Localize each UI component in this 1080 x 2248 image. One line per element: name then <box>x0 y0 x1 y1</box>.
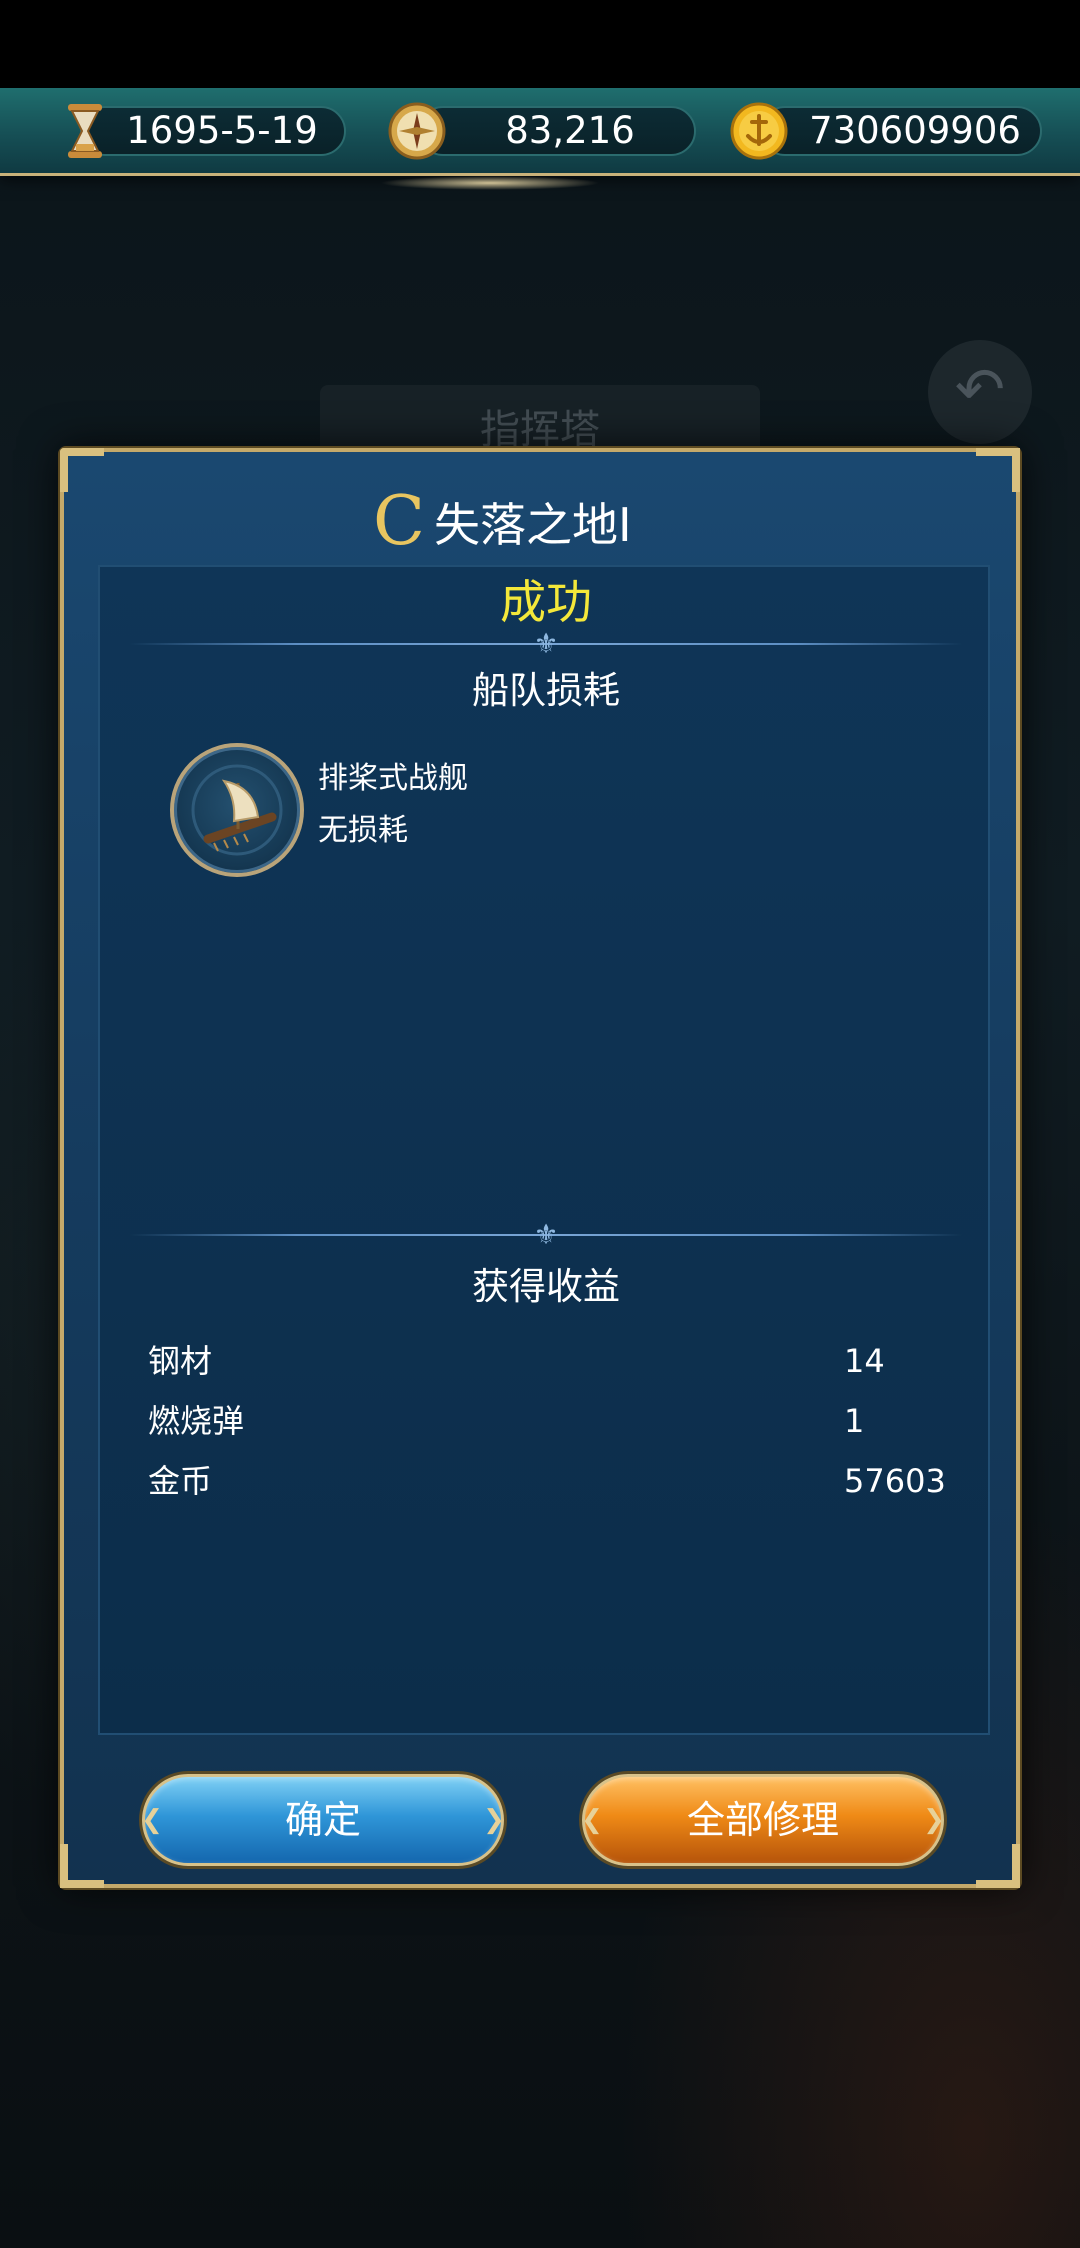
frame-corner <box>976 448 1020 492</box>
rank-letter: C <box>372 482 426 561</box>
reward-name: 燃烧弹 <box>148 1402 245 1440</box>
reward-name: 钢材 <box>148 1342 213 1380</box>
battle-result-dialog: C 失落之地I 成功 ⚜ 船队损耗 排桨式战舰 无损耗 ⚜ 获得收益 钢材 14… <box>60 448 1020 1888</box>
reward-value: 1 <box>844 1402 865 1440</box>
ship-damage-status: 无损耗 <box>318 813 408 848</box>
dialog-title: 失落之地I <box>434 498 632 552</box>
button-flourish-icon: ❯ <box>923 1805 945 1835</box>
button-flourish-icon: ❯ <box>483 1805 505 1835</box>
repair-all-button[interactable]: ❮ 全部修理 ❯ <box>581 1774 945 1866</box>
confirm-button[interactable]: ❮ 确定 ❯ <box>141 1774 505 1866</box>
reward-row: 金币 57603 <box>148 1453 948 1509</box>
hourglass-icon <box>68 104 102 158</box>
fleet-loss-title: 船队损耗 <box>472 669 620 712</box>
reward-value: 57603 <box>844 1462 946 1500</box>
result-panel: 成功 ⚜ 船队损耗 排桨式战舰 无损耗 ⚜ 获得收益 钢材 14 燃烧弹 1 金… <box>98 565 990 1735</box>
reward-name: 金币 <box>148 1462 213 1500</box>
status-bar <box>0 0 1080 88</box>
resource-bar: 1695-5-19 83,216 730609906 <box>0 88 1080 176</box>
divider: ⚜ <box>100 1220 992 1250</box>
galley-ship-icon <box>170 743 304 877</box>
frame-corner <box>60 448 104 492</box>
divider: ⚜ <box>100 629 992 659</box>
button-flourish-icon: ❮ <box>581 1805 603 1835</box>
rewards-title: 获得收益 <box>472 1265 620 1308</box>
reward-value: 14 <box>844 1342 885 1380</box>
compass-value: 83,216 <box>505 109 635 152</box>
compass-icon <box>388 102 446 160</box>
divider-ornament-icon: ⚜ <box>533 627 559 660</box>
date-value: 1695-5-19 <box>126 109 318 152</box>
divider-ornament-icon: ⚜ <box>533 1218 559 1251</box>
gold-value: 730609906 <box>809 109 1021 152</box>
background-back-icon: ↶ <box>928 340 1032 444</box>
top-bar-glow <box>380 176 600 190</box>
repair-all-button-label: 全部修理 <box>686 1798 839 1842</box>
anchor-coin-icon <box>730 102 788 160</box>
reward-row: 燃烧弹 1 <box>148 1393 948 1449</box>
frame-corner <box>60 1844 104 1888</box>
reward-row: 钢材 14 <box>148 1333 948 1389</box>
frame-corner <box>976 1844 1020 1888</box>
button-flourish-icon: ❮ <box>141 1805 163 1835</box>
ship-name: 排桨式战舰 <box>318 761 468 796</box>
confirm-button-label: 确定 <box>284 1798 361 1842</box>
